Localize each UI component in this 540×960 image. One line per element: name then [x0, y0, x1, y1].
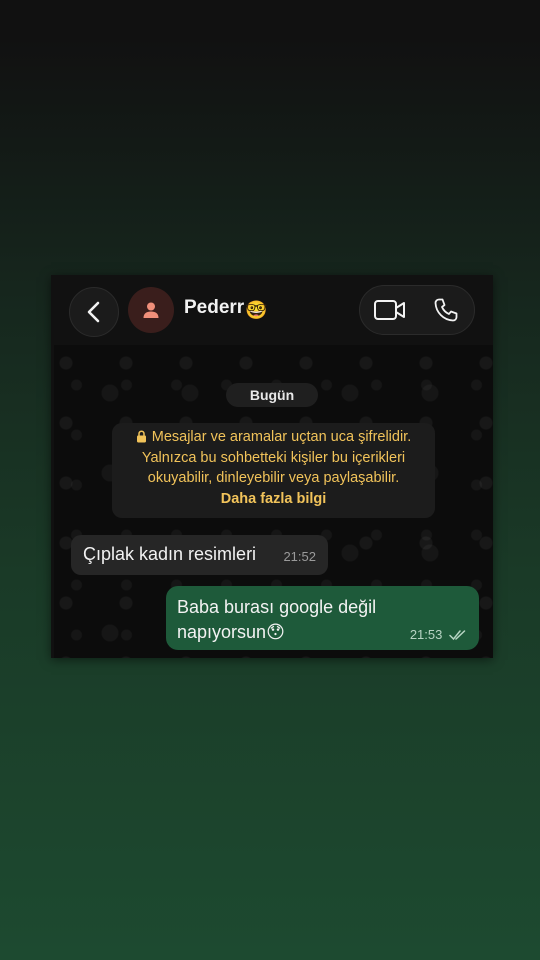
- chevron-left-icon: [87, 301, 100, 323]
- back-button[interactable]: [69, 287, 119, 337]
- call-actions: [359, 285, 475, 335]
- avatar[interactable]: [128, 287, 174, 333]
- nerd-face-emoji: 🤓: [245, 300, 268, 320]
- chat-screenshot: Pederr🤓 Bugün Mesajlar ve aramalar uçtan…: [51, 275, 493, 658]
- message-meta: 21:53: [410, 627, 467, 642]
- message-incoming[interactable]: Çıplak kadın resimleri 21:52: [71, 535, 328, 575]
- learn-more-link[interactable]: Daha fazla bilgi: [112, 489, 435, 510]
- message-time: 21:52: [283, 549, 316, 564]
- message-line-1: Baba burası google değil: [177, 597, 377, 617]
- encryption-text-1: Mesajlar ve aramalar uçtan uca şifrelidi…: [151, 429, 412, 445]
- video-camera-icon: [374, 300, 405, 320]
- contact-name[interactable]: Pederr🤓: [184, 297, 268, 321]
- person-icon: [143, 302, 159, 318]
- chat-header: Pederr🤓: [51, 275, 493, 345]
- message-line-2: napıyorsun: [177, 622, 267, 642]
- surprised-face-emoji: 😯: [266, 622, 285, 642]
- message-time: 21:53: [409, 627, 443, 642]
- encryption-line-1: Mesajlar ve aramalar uçtan uca şifrelidi…: [112, 427, 435, 448]
- chat-area[interactable]: Bugün Mesajlar ve aramalar uçtan uca şif…: [54, 345, 493, 658]
- encryption-line-2: Yalnızca bu sohbetteki kişiler bu içerik…: [141, 449, 406, 466]
- encryption-line-3: okuyabilir, dinleyebilir veya paylaşabil…: [147, 470, 400, 486]
- double-check-icon: [449, 630, 466, 641]
- encryption-notice[interactable]: Mesajlar ve aramalar uçtan uca şifrelidi…: [112, 423, 435, 518]
- lock-icon: [136, 430, 146, 443]
- date-divider: Bugün: [226, 383, 318, 407]
- message-text: Baba burası google değil napıyorsun😯: [177, 595, 407, 645]
- video-call-button[interactable]: [362, 286, 418, 334]
- message-outgoing[interactable]: Baba burası google değil napıyorsun😯 21:…: [166, 586, 479, 650]
- phone-icon: [434, 298, 458, 322]
- voice-call-button[interactable]: [418, 286, 474, 334]
- message-text: Çıplak kadın resimleri: [83, 544, 257, 564]
- contact-name-text: Pederr: [184, 297, 245, 318]
